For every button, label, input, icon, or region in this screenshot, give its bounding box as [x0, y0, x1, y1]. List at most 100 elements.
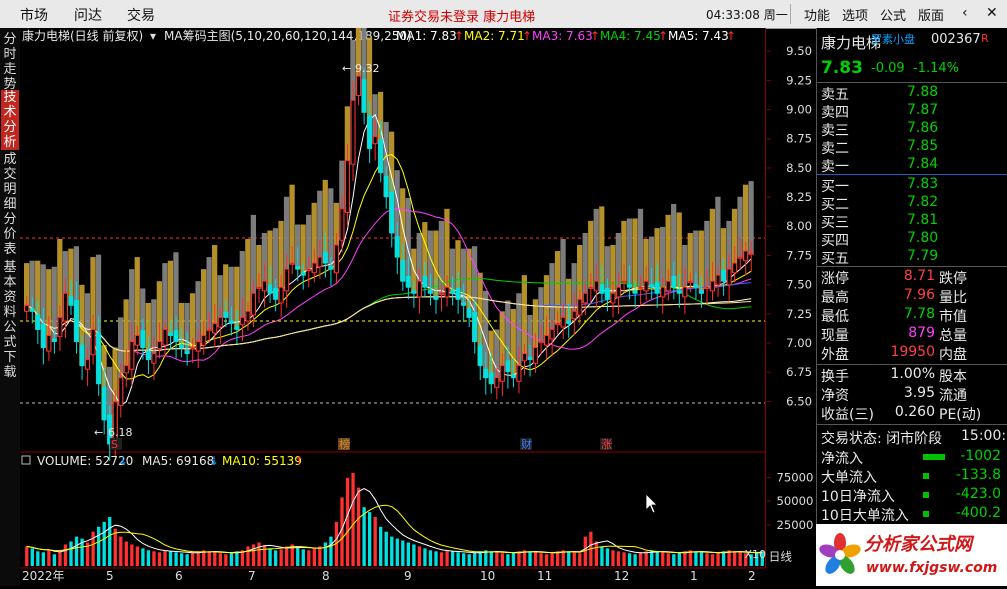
chip-bar — [328, 188, 334, 270]
candle-body — [223, 312, 229, 318]
menu-market[interactable]: 市场 — [20, 5, 48, 25]
brand-banner[interactable]: 分析家公式网 www.fxjgsw.com — [816, 524, 1007, 586]
volume-bar — [146, 550, 151, 566]
toolbar-layout[interactable]: 版面 — [918, 5, 944, 24]
close-icon[interactable]: ✕ — [986, 5, 998, 21]
toolbar-function[interactable]: 功能 — [804, 5, 830, 24]
tab-price-table[interactable]: 分价表 — [1, 212, 19, 258]
candle-body — [190, 347, 196, 350]
tab-formula-download[interactable]: 公式下载 — [1, 320, 19, 380]
toolbar-options[interactable]: 选项 — [842, 5, 868, 24]
chart-dropdown-icon[interactable]: ▾ — [150, 29, 156, 43]
stat2-row-value: 1.00% — [890, 366, 935, 382]
candle-body — [378, 139, 384, 174]
candle-body — [632, 290, 638, 294]
volume-bar — [406, 542, 411, 566]
stat2-row-label: 净资 — [821, 388, 849, 404]
vol-tick-label: 25000 — [776, 518, 813, 532]
volume-bar — [63, 544, 68, 566]
r-badge: R — [981, 32, 989, 45]
volume-bar — [379, 526, 383, 566]
tab-detail[interactable]: 成交明细 — [1, 152, 19, 212]
volume-ma10: MA10: 55139 — [222, 454, 302, 468]
divider — [817, 424, 1007, 425]
candle-body — [383, 175, 389, 198]
tab-timeshare[interactable]: 分时走势 — [1, 32, 19, 92]
event-marker[interactable]: 涨 — [601, 438, 612, 451]
kline-chart[interactable]: 康力电梯(日线 前复权) ▾ MA筹码主图(5,10,20,60,120,144… — [20, 28, 766, 586]
volume-bar — [384, 531, 388, 566]
candle-body — [693, 284, 699, 288]
candle-body — [577, 298, 583, 316]
bid-row-label: 买三 — [821, 215, 849, 231]
ask-row: 卖二 7.85 — [819, 138, 1005, 157]
candle-body — [433, 296, 439, 300]
candle-body — [228, 320, 234, 324]
candle-body — [499, 365, 505, 382]
x-tick-label: 2022年 — [22, 569, 65, 583]
event-marker[interactable]: S — [111, 438, 118, 451]
candle-body — [328, 266, 334, 270]
candle-body — [405, 275, 411, 288]
bid-row-label: 买一 — [821, 179, 849, 195]
volume-bar — [229, 552, 234, 566]
ma-label-1: MA1: 7.83 — [396, 29, 457, 43]
stat-row: 涨停 8.71 跌停 — [819, 268, 1005, 287]
candle-body — [566, 320, 572, 324]
volume-bar — [246, 546, 250, 566]
toolbar-formula[interactable]: 公式 — [880, 5, 906, 24]
candle-body — [715, 274, 721, 286]
volume-bar — [152, 551, 156, 566]
candle-body — [322, 251, 328, 264]
candle-body — [483, 368, 489, 379]
event-marker[interactable]: 财 — [521, 437, 532, 451]
candle-body — [522, 353, 527, 362]
stat-row-value: 7.78 — [903, 306, 935, 322]
bid-row-value: 7.80 — [907, 230, 939, 246]
stat-row: 最高 7.96 量比 — [819, 287, 1005, 306]
candle-body — [245, 310, 251, 322]
volume-bar — [130, 544, 134, 566]
volume-bar — [373, 517, 377, 566]
stat-row-label: 最低 — [821, 309, 849, 325]
volume-bar — [196, 551, 200, 566]
candle-body — [278, 286, 284, 304]
candle-body — [737, 256, 743, 259]
ask-row-value: 7.88 — [907, 84, 939, 100]
candle-body — [582, 292, 588, 304]
flow-row: 大单流入 -133.8 — [819, 467, 1005, 486]
volume-bar — [251, 544, 256, 566]
candle-body — [660, 286, 666, 298]
menu-wenda[interactable]: 问达 — [74, 5, 102, 25]
ma-arrow-2: ↑ — [522, 29, 532, 43]
stat2-row-value: 3.95 — [903, 385, 935, 401]
tab-technical[interactable]: 技术分析 — [1, 90, 19, 150]
candle-body — [51, 338, 57, 343]
volume-bar — [705, 553, 709, 566]
volume-bar — [732, 551, 737, 566]
candle-body — [394, 236, 400, 258]
candle-body — [234, 326, 240, 330]
ma-label-4: MA4: 7.45 — [600, 29, 661, 43]
volume-bar — [450, 551, 455, 566]
ma-label-3: MA3: 7.63 — [532, 29, 593, 43]
volume-bar — [296, 547, 300, 566]
bid-row: 买一 7.83 — [819, 176, 1005, 195]
chevron-left-icon[interactable]: ‹ — [962, 5, 968, 21]
candle-body — [422, 275, 428, 288]
volume-bar — [124, 541, 128, 566]
candle-body — [555, 322, 561, 326]
volume-bar — [47, 550, 51, 566]
volume-bar — [605, 548, 610, 566]
menu-trade[interactable]: 交易 — [127, 5, 155, 25]
volume-bar — [644, 551, 648, 566]
event-marker[interactable]: 榜 — [339, 437, 350, 451]
candle-body — [40, 324, 46, 349]
x-tick-label: 10 — [480, 569, 495, 583]
stat-row-label: 最高 — [821, 290, 849, 306]
volume-ma5: MA5: 69168 — [142, 454, 214, 468]
price-axis: 9.50 9.25 9.00 8.75 8.50 8.25 8.00 7.75 7.50 7.25… — [766, 44, 813, 563]
volume-bar — [738, 552, 742, 566]
tab-basic-info[interactable]: 基本资料 — [1, 260, 19, 320]
candle-body — [140, 330, 146, 349]
